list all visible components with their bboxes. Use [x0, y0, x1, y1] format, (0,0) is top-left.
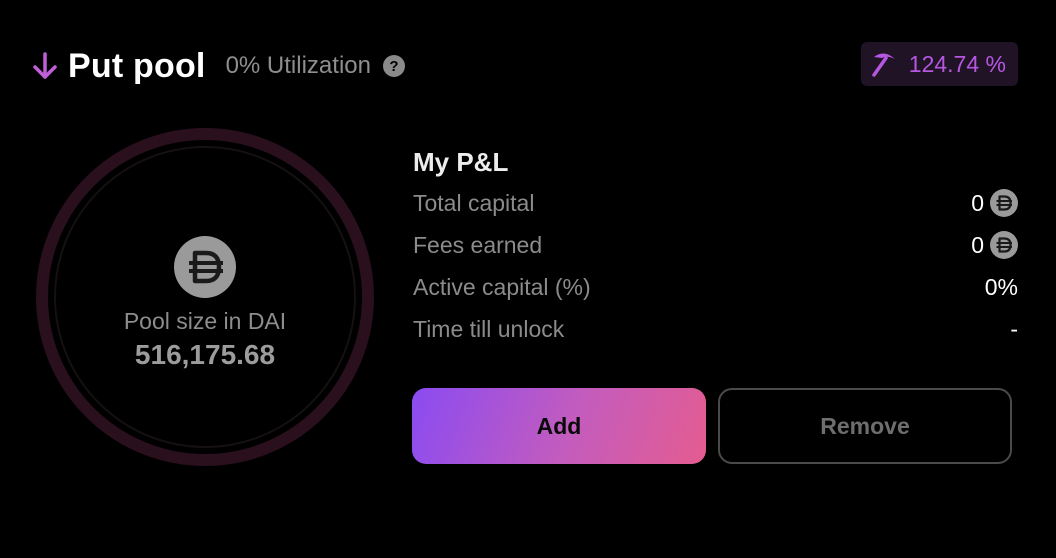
- pickaxe-icon: [869, 49, 899, 79]
- dai-icon: [174, 236, 236, 298]
- page-title: Put pool: [68, 46, 206, 85]
- remove-button[interactable]: Remove: [718, 388, 1012, 464]
- pnl-panel: My P&L Total capital 0 Fees earned 0 Act…: [413, 142, 1018, 350]
- pnl-row-value: 0: [971, 189, 984, 216]
- pool-header: Put pool 0% Utilization ?: [30, 40, 405, 92]
- dai-icon: [990, 189, 1018, 217]
- pool-size-gauge: Pool size in DAI 516,175.68: [34, 126, 376, 468]
- pnl-row-value: -: [1010, 315, 1018, 342]
- pnl-row-label: Total capital: [413, 189, 535, 216]
- pool-size-value: 516,175.68: [134, 339, 276, 370]
- pnl-row-total-capital: Total capital 0: [413, 182, 1018, 224]
- pnl-row-label: Active capital (%): [413, 273, 591, 300]
- help-icon[interactable]: ?: [382, 55, 405, 77]
- dai-icon: [990, 231, 1018, 259]
- pnl-title: My P&L: [413, 147, 509, 177]
- apy-badge: 124.74 %: [860, 42, 1018, 86]
- pnl-row-value: 0%: [984, 273, 1018, 300]
- pnl-row-time-till-unlock: Time till unlock -: [413, 308, 1018, 350]
- pnl-row-label: Time till unlock: [413, 315, 565, 342]
- pnl-row-active-capital: Active capital (%) 0%: [413, 266, 1018, 308]
- utilization-text: 0% Utilization: [225, 52, 371, 79]
- pnl-row-label: Fees earned: [413, 231, 543, 258]
- apy-value: 124.74 %: [908, 50, 1006, 77]
- pool-size-label: Pool size in DAI: [123, 308, 287, 334]
- pnl-row-value: 0: [971, 231, 984, 258]
- arrow-down-icon: [30, 51, 60, 81]
- pnl-row-fees-earned: Fees earned 0: [413, 224, 1018, 266]
- add-button[interactable]: Add: [412, 388, 706, 464]
